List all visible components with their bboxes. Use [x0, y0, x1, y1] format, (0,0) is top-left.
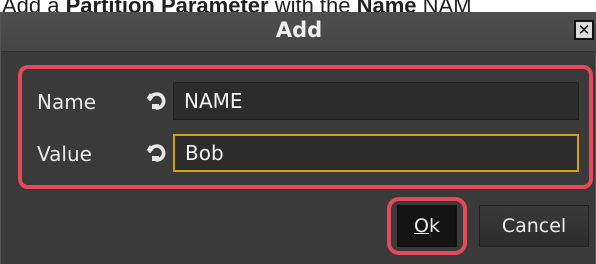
ok-button-highlight: Ok [387, 197, 467, 255]
value-row: Value [22, 134, 589, 174]
name-field[interactable] [173, 82, 579, 120]
reset-icon[interactable] [145, 141, 169, 165]
dialog-titlebar[interactable]: Add ✕ [1, 12, 596, 52]
value-label: Value [37, 142, 92, 166]
name-label: Name [37, 90, 97, 114]
value-field[interactable] [173, 134, 579, 172]
add-dialog: Add ✕ Name Value Ok Cancel [0, 12, 596, 264]
ok-mnemonic: O [414, 215, 429, 237]
reset-icon[interactable] [145, 89, 169, 113]
parameter-fields-highlight: Name Value [18, 65, 593, 189]
cancel-button[interactable]: Cancel [479, 205, 589, 247]
ok-button[interactable]: Ok [397, 205, 457, 247]
close-icon: ✕ [577, 21, 591, 39]
dialog-title: Add [275, 18, 323, 42]
close-button[interactable]: ✕ [574, 20, 594, 40]
ok-label-rest: k [428, 215, 440, 237]
name-row: Name [22, 82, 589, 122]
